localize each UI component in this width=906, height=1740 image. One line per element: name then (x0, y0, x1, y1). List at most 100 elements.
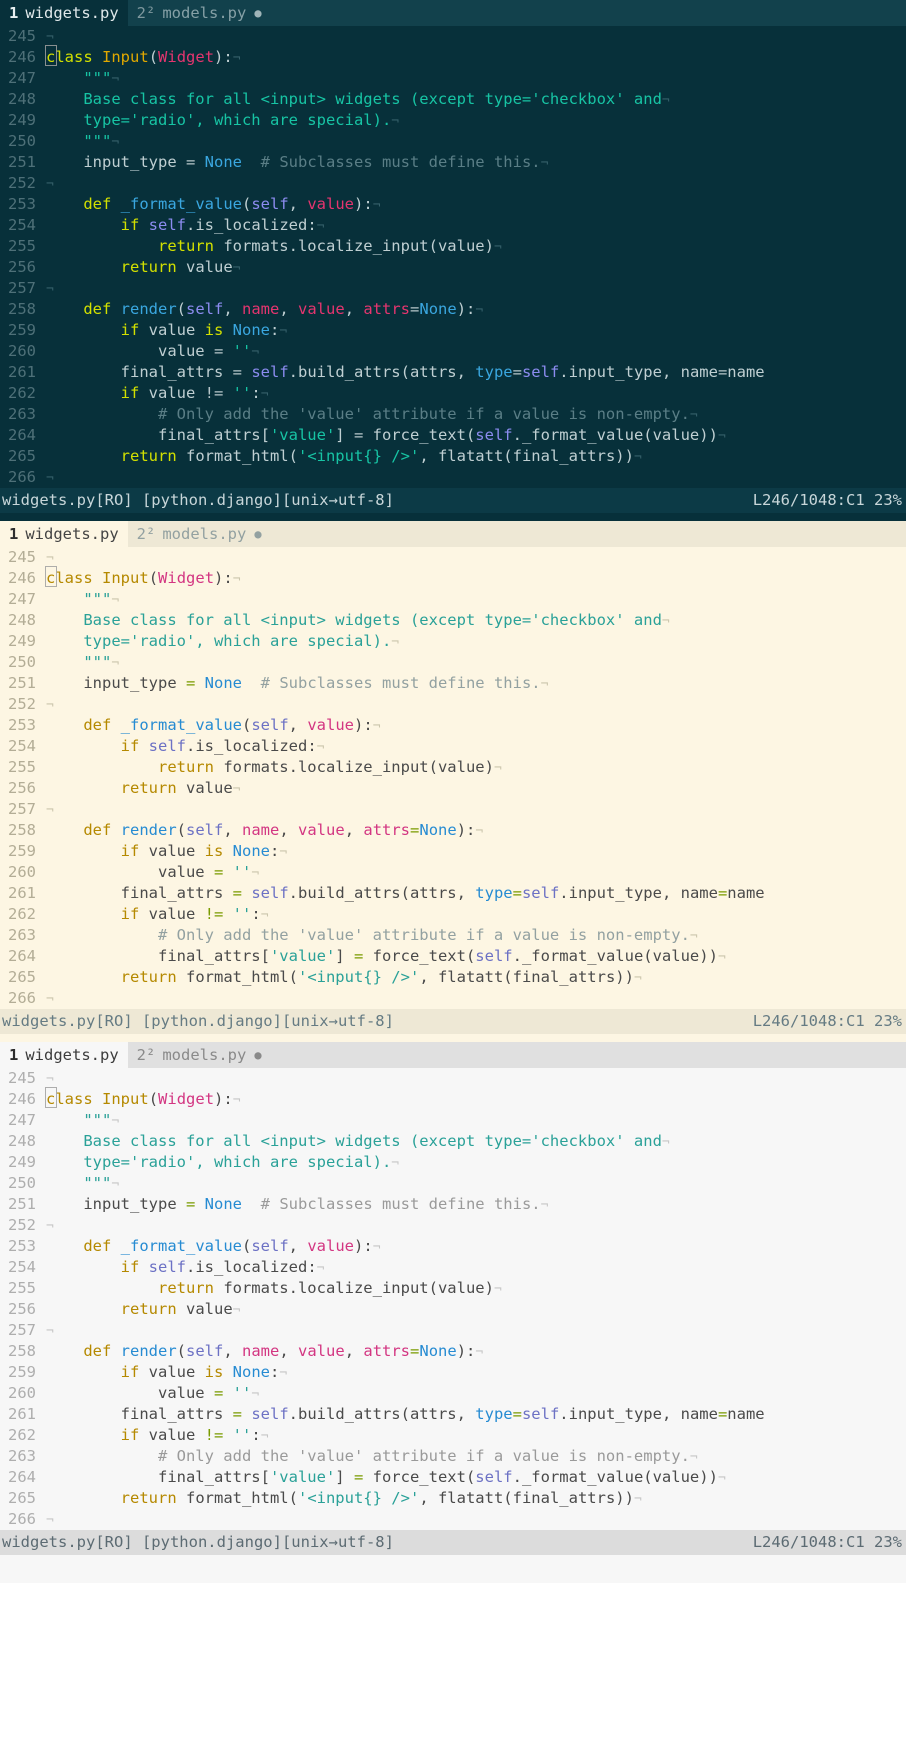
status-right-text: L246/1048:C1 23% (752, 491, 902, 509)
line-number: 246 (8, 1090, 36, 1108)
end-of-line-icon: ¬ (251, 866, 260, 881)
code-token: lass (55, 569, 93, 587)
code-area[interactable]: 245 ¬ 246 class Input(Widget):¬ 247 """¬ 248 … (0, 547, 906, 1009)
code-token: if (120, 1258, 140, 1276)
end-of-line-icon: ¬ (372, 719, 381, 734)
line-number: 264 (8, 947, 36, 965)
code-token: self (521, 363, 560, 381)
code-line: 247 """¬ (0, 68, 906, 89)
code-token: lass (55, 1090, 93, 1108)
code-token: ( (242, 1237, 252, 1255)
tab-widgets-py[interactable]: 1 widgets.py (0, 521, 128, 547)
end-of-line-icon: ¬ (46, 992, 54, 1007)
code-token: Base class for all <input> widgets (exce… (46, 90, 662, 108)
end-of-line-icon: ¬ (260, 908, 269, 923)
code-token: self (251, 884, 289, 902)
code-token: value (139, 1426, 205, 1444)
code-token: , (223, 1342, 243, 1360)
code-line: 251 input_type = None # Subclasses must … (0, 152, 906, 173)
code-token: if (120, 737, 140, 755)
line-number: 250 (8, 132, 36, 150)
line-number: 245 (8, 1069, 36, 1087)
tab-modified-indicator-icon: ● (254, 6, 262, 20)
code-token: return (120, 447, 177, 465)
tab-bar: 1 widgets.py 2² models.py ● (0, 0, 906, 26)
code-token: name (242, 1342, 280, 1360)
code-line: 263 # Only add the 'value' attribute if … (0, 404, 906, 425)
end-of-line-icon: ¬ (316, 1261, 325, 1276)
code-token: = (353, 947, 364, 965)
code-token: != (204, 1426, 224, 1444)
code-line: 246 class Input(Widget):¬ (0, 45, 906, 68)
code-token: = (232, 363, 242, 381)
line-number: 261 (8, 884, 36, 902)
end-of-line-icon: ¬ (232, 572, 241, 587)
code-line: 247 """¬ (0, 589, 906, 610)
end-of-line-icon: ¬ (232, 1093, 241, 1108)
line-number: 252 (8, 1216, 36, 1234)
end-of-line-icon: ¬ (475, 824, 484, 839)
line-number: 262 (8, 384, 36, 402)
tab-models-py[interactable]: 2² models.py ● (127, 521, 271, 547)
code-token: value (307, 195, 355, 213)
status-bar: widgets.py[RO] [python.django][unix→utf-… (0, 1530, 906, 1555)
end-of-line-icon: ¬ (717, 1471, 726, 1486)
status-bar: widgets.py[RO] [python.django][unix→utf-… (0, 1009, 906, 1034)
code-line: 253 def _format_value(self, value):¬ (0, 1236, 906, 1257)
code-token: Base class for all <input> widgets (exce… (46, 1132, 662, 1150)
tab-models-py[interactable]: 2² models.py ● (127, 1042, 271, 1068)
end-of-line-icon: ¬ (391, 1156, 400, 1171)
code-token: return (157, 1279, 214, 1297)
code-token: = (185, 153, 196, 171)
end-of-line-icon: ¬ (493, 761, 502, 776)
code-token: type='radio', which are special). (46, 1153, 392, 1171)
code-token: ] (335, 947, 354, 965)
tab-widgets-py[interactable]: 1 widgets.py (0, 0, 128, 26)
line-number: 253 (8, 195, 36, 213)
code-token: formats.localize_input(value) (213, 237, 494, 255)
code-token: ): (456, 1342, 476, 1360)
code-token: None (232, 321, 270, 339)
code-line: 262 if value != '':¬ (0, 904, 906, 925)
code-token: '' (232, 384, 252, 402)
code-token: return (120, 1489, 177, 1507)
line-number: 251 (8, 674, 36, 692)
code-area[interactable]: 245 ¬ 246 class Input(Widget):¬ 247 """¬ 248 … (0, 26, 906, 488)
code-token: ): (354, 716, 373, 734)
line-number: 255 (8, 758, 36, 776)
tab-models-py[interactable]: 2² models.py ● (127, 0, 271, 26)
status-right-text: L246/1048:C1 23% (752, 1533, 902, 1551)
line-number: 257 (8, 800, 36, 818)
line-number: 264 (8, 426, 36, 444)
code-token: '' (232, 1384, 252, 1402)
code-token: type (475, 884, 513, 902)
code-line: 245 ¬ (0, 547, 906, 568)
code-token: def (83, 716, 112, 734)
code-token: ): (354, 195, 373, 213)
panel-gap (0, 513, 906, 521)
tab-bar: 1 widgets.py 2² models.py ● (0, 521, 906, 547)
line-number: 260 (8, 342, 36, 360)
code-token: ): (456, 300, 476, 318)
line-number: 249 (8, 632, 36, 650)
code-token: .build_attrs(attrs, (288, 1405, 476, 1423)
code-area[interactable]: 245 ¬ 246 class Input(Widget):¬ 247 """¬ 248 … (0, 1068, 906, 1530)
code-token: type='radio', which are special). (46, 632, 392, 650)
code-token: = (410, 821, 420, 839)
code-token: input_type (46, 153, 186, 171)
code-token: value (298, 1342, 345, 1360)
tab-widgets-py[interactable]: 1 widgets.py (0, 1042, 128, 1068)
code-token: '<input{} />' (297, 1489, 420, 1507)
line-number: 263 (8, 1447, 36, 1465)
end-of-line-icon: ¬ (232, 261, 241, 276)
